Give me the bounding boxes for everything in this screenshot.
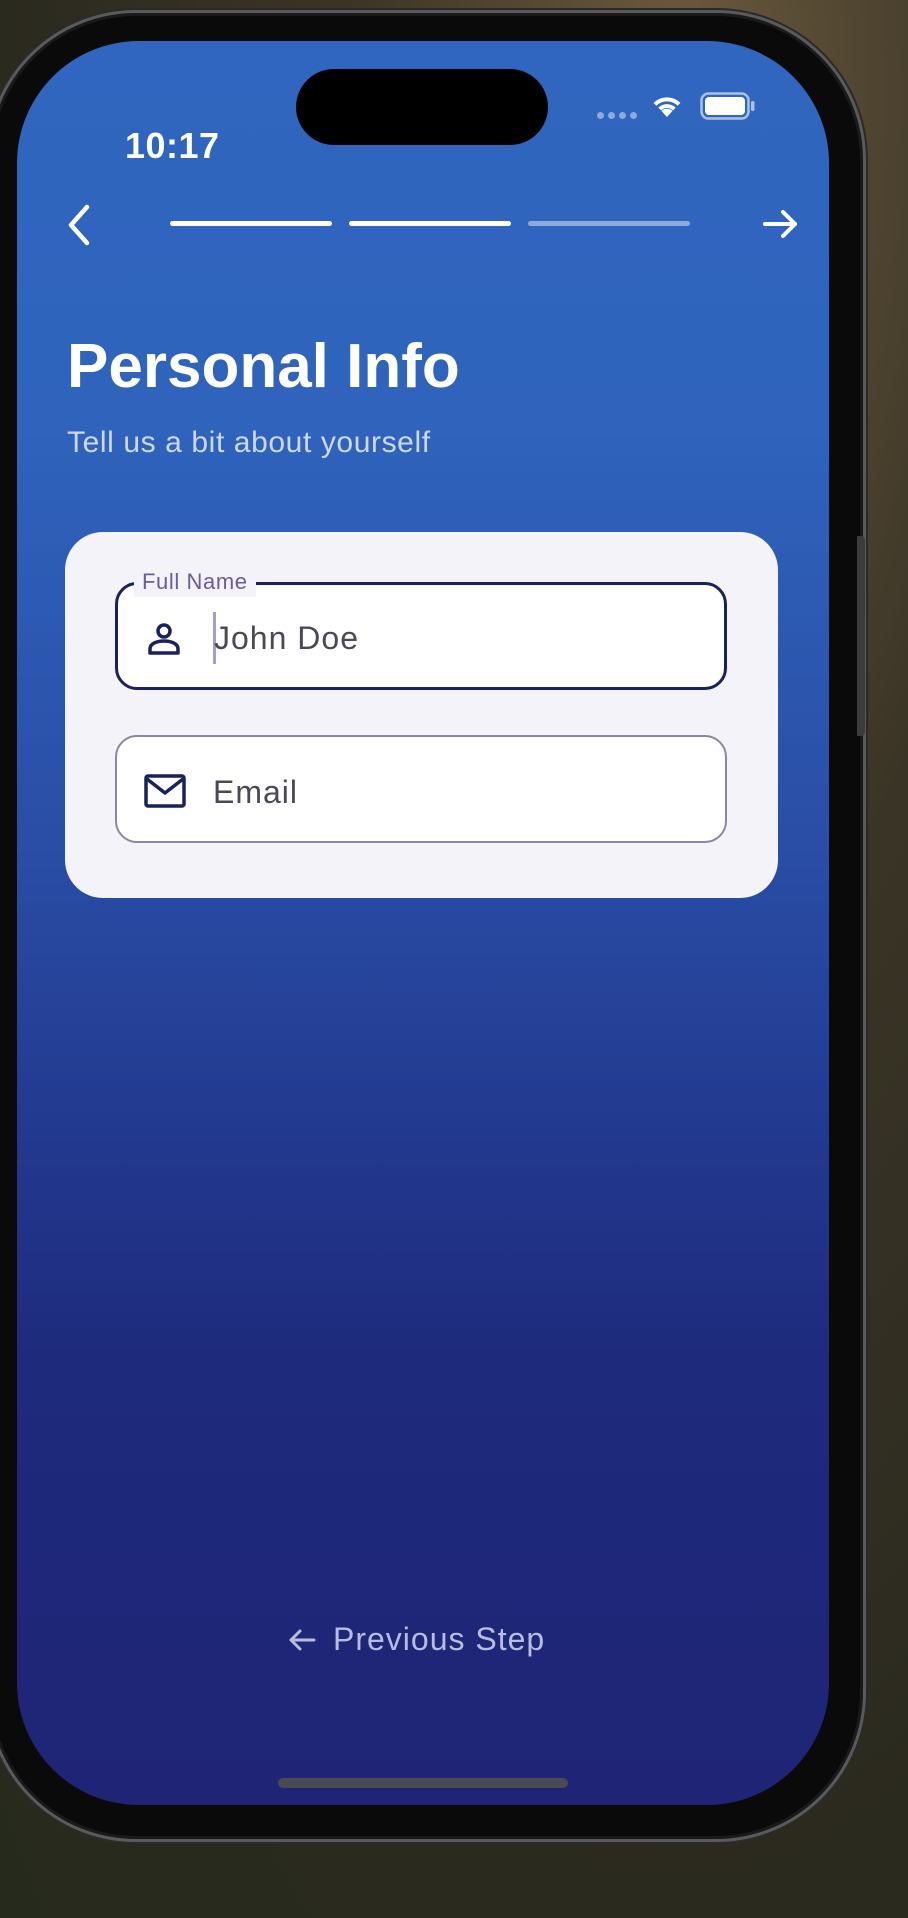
progress-step-1 bbox=[170, 221, 332, 226]
phone-screen: 10:17 Personal Info Tell us a bit about … bbox=[17, 41, 829, 1805]
email-field[interactable]: Email bbox=[115, 735, 727, 843]
next-button[interactable] bbox=[757, 201, 803, 247]
form-card: Full Name John Doe Email bbox=[65, 532, 778, 898]
full-name-label: Full Name bbox=[134, 567, 256, 597]
home-indicator[interactable] bbox=[278, 1778, 568, 1788]
side-button bbox=[857, 536, 865, 736]
previous-step-label: Previous Step bbox=[333, 1621, 546, 1657]
full-name-field[interactable]: Full Name John Doe bbox=[115, 567, 727, 690]
back-button[interactable] bbox=[57, 197, 101, 253]
battery-icon bbox=[700, 92, 755, 120]
full-name-placeholder: John Doe bbox=[214, 620, 359, 656]
status-time: 10:17 bbox=[125, 125, 220, 166]
person-icon bbox=[148, 623, 180, 655]
page-title: Personal Info bbox=[67, 332, 460, 401]
email-placeholder: Email bbox=[213, 774, 299, 810]
arrow-left-icon bbox=[289, 1629, 316, 1650]
cellular-signal-icon bbox=[597, 112, 637, 119]
progress-step-3 bbox=[528, 221, 690, 226]
mail-icon bbox=[144, 774, 186, 808]
chevron-left-icon bbox=[68, 204, 90, 246]
wifi-icon bbox=[653, 97, 681, 117]
step-progress bbox=[170, 221, 690, 226]
arrow-right-icon bbox=[763, 210, 797, 238]
page-subtitle: Tell us a bit about yourself bbox=[67, 426, 431, 459]
dynamic-island bbox=[296, 69, 548, 145]
progress-step-2 bbox=[349, 221, 511, 226]
previous-step-button[interactable]: Previous Step bbox=[287, 1621, 545, 1658]
